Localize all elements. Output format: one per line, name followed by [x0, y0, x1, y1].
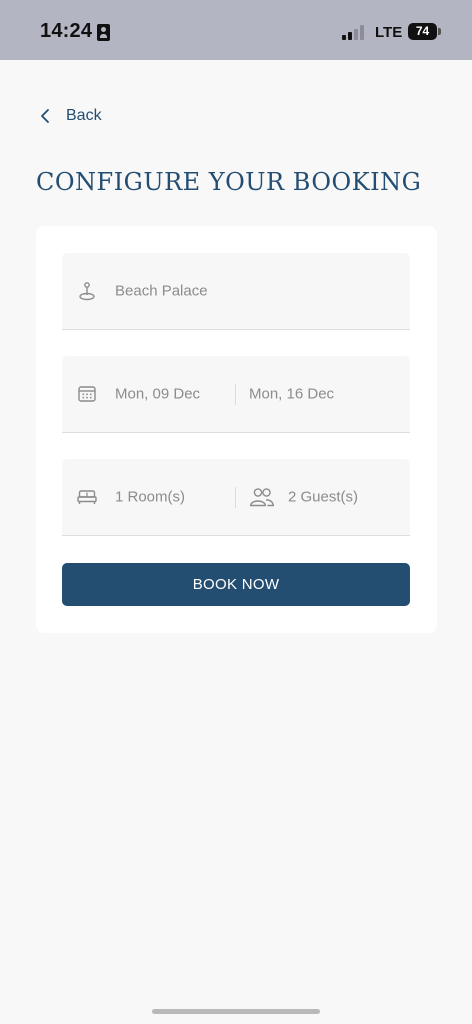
- network-type: LTE: [375, 24, 403, 41]
- hotel-name: Beach Palace: [115, 282, 208, 300]
- rooms-count[interactable]: 1 Room(s): [115, 489, 185, 506]
- page-title: CONFIGURE YOUR BOOKING: [36, 168, 422, 196]
- users-icon: [249, 488, 275, 507]
- booking-card: Beach Palace Mon, 09 Dec Mon, 16 Dec 1 R…: [36, 226, 437, 633]
- person-badge-icon: [97, 24, 110, 41]
- status-time: 14:24: [40, 20, 93, 42]
- field-divider: [235, 384, 236, 405]
- dates-field: Mon, 09 Dec Mon, 16 Dec: [62, 356, 410, 433]
- battery-icon: 74: [408, 23, 437, 40]
- book-now-button[interactable]: BOOK NOW: [62, 563, 410, 606]
- cellular-signal-icon: [342, 25, 368, 40]
- battery-cap: [438, 28, 441, 35]
- check-in-date[interactable]: Mon, 09 Dec: [115, 386, 200, 403]
- chevron-left-icon: [41, 109, 49, 123]
- map-pin-icon: [79, 282, 95, 301]
- calendar-icon: [78, 386, 96, 402]
- status-bar: 14:24 LTE 74: [0, 0, 472, 60]
- back-button[interactable]: Back: [40, 102, 102, 130]
- guests-count[interactable]: 2 Guest(s): [288, 489, 358, 506]
- hotel-field[interactable]: Beach Palace: [62, 253, 410, 330]
- rooms-guests-field: 1 Room(s) 2 Guest(s): [62, 459, 410, 536]
- field-divider: [235, 487, 236, 508]
- home-indicator[interactable]: [152, 1009, 320, 1014]
- back-label: Back: [66, 107, 102, 124]
- check-out-date[interactable]: Mon, 16 Dec: [249, 386, 334, 403]
- bed-icon: [77, 490, 97, 504]
